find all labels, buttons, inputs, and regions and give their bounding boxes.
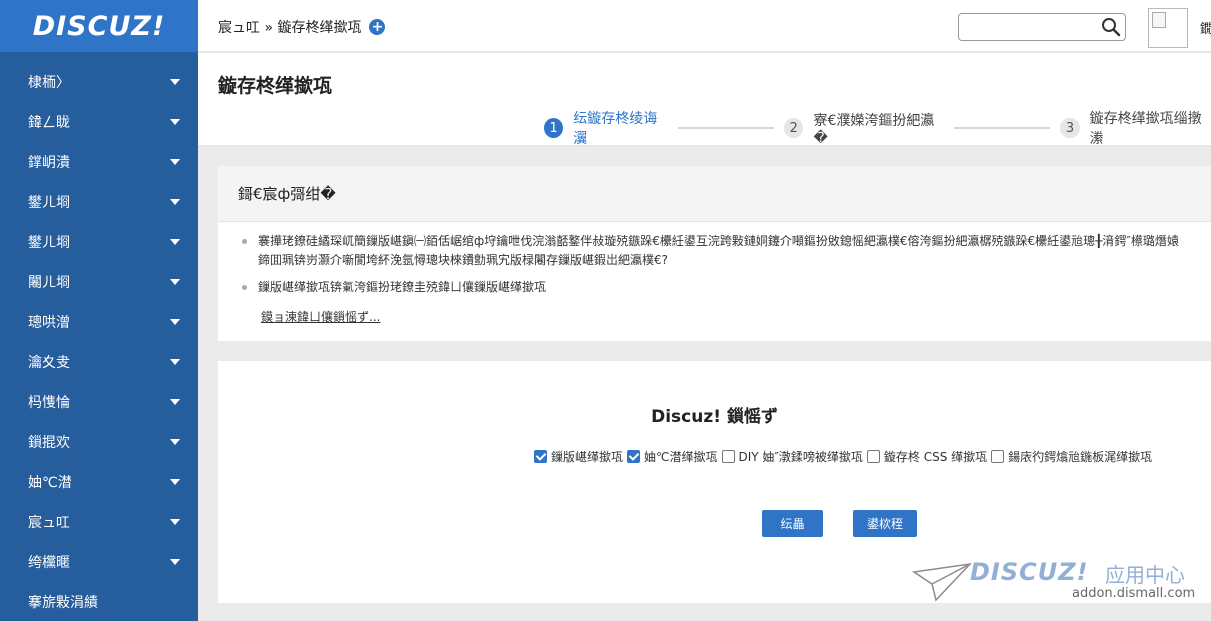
- step-connector: [953, 127, 1051, 129]
- checkbox[interactable]: [627, 450, 641, 463]
- checkbox-label: 鏁版嵁缂撳瓨: [551, 450, 624, 464]
- sidebar-item[interactable]: 宸ュ叿: [0, 502, 198, 542]
- cache-option[interactable]: 鏁版嵁缂撳瓨: [534, 448, 623, 465]
- sidebar-item[interactable]: 瀹夊叏: [0, 342, 198, 382]
- sidebar-item[interactable]: 绔欓暱: [0, 542, 198, 582]
- cancel-button[interactable]: 鍙栨秷: [853, 510, 917, 537]
- watermark-brand: DISCUZ!: [970, 558, 1089, 586]
- sidebar-item[interactable]: 鎻掍欢: [0, 422, 198, 462]
- chevron-down-icon[interactable]: [170, 279, 180, 285]
- chevron-down-icon[interactable]: [170, 519, 180, 525]
- step-label: 纭鏇存柊绫诲瀷: [573, 111, 658, 147]
- sidebar-item[interactable]: 搴旂敤涓績: [0, 582, 198, 621]
- watermark-cn: 应用中心: [1105, 563, 1185, 587]
- chevron-down-icon[interactable]: [170, 79, 180, 85]
- tip-item: 鏁版嵁缂撳瓨锛氭洿鏂扮珯鐐圭殑鍏ㄩ儴鏁版嵁缂撳瓨: [242, 278, 1187, 297]
- sidebar-item[interactable]: 杩愯惀: [0, 382, 198, 422]
- sidebar-item-label: 棣栭〉: [28, 75, 70, 91]
- user-name[interactable]: 鐗: [1200, 18, 1211, 37]
- avatar[interactable]: [1148, 8, 1188, 48]
- sidebar-item-label: 闂ㄦ埛: [28, 275, 70, 291]
- sidebar-item-label: 鐢ㄦ埛: [28, 195, 70, 211]
- step-1: 1 纭鏇存柊绫诲瀷: [544, 108, 668, 148]
- sidebar-item-label: 绔欓暱: [28, 555, 70, 571]
- checkbox-label: 鏇存柊 CSS 缂撳瓨: [883, 450, 988, 464]
- sidebar: DISCUZ! 棣栭〉 鍏ㄥ眬 鐣岄潰 鐢ㄦ埛 鐢ㄦ埛 闂ㄦ埛 璁哄潧 瀹夊叏 杩愯惀 鎻掍欢 妯℃…: [0, 0, 198, 621]
- view-all-tips-link[interactable]: 鏌ョ湅鍏ㄩ儴鎻愮ず...: [261, 308, 380, 325]
- chevron-down-icon[interactable]: [170, 119, 180, 125]
- sidebar-item[interactable]: 鐢ㄦ埛: [0, 222, 198, 262]
- broken-image-icon: [1152, 12, 1166, 28]
- checkbox[interactable]: [991, 450, 1005, 463]
- step-2: 2 寮€濮嬫洿鏂扮紦瀛�: [784, 110, 944, 146]
- sidebar-item[interactable]: 妯℃澘: [0, 462, 198, 502]
- paper-plane-icon: [912, 562, 972, 602]
- title-bar: 鏇存柊缂撳瓨 1 纭鏇存柊绫诲瀷 2 寮€濮嬫洿鏂扮紦瀛� 3 鏇存柊缂撳瓨缁撴潫: [198, 53, 1211, 148]
- sidebar-item-label: 鎻掍欢: [28, 435, 70, 451]
- search-icon[interactable]: [1101, 17, 1121, 37]
- chevron-down-icon[interactable]: [170, 439, 180, 445]
- cache-option[interactable]: 妯℃澘缂撳瓨: [627, 448, 718, 465]
- cache-option[interactable]: 鏇存柊 CSS 缂撳瓨: [866, 448, 988, 465]
- watermark: DISCUZ! 应用中心 addon.dismall.com: [912, 558, 1202, 608]
- checkbox-label: 妯℃澘缂撳瓨: [644, 450, 718, 464]
- step-label: 寮€濮嬫洿鏂扮紦瀛�: [813, 113, 935, 146]
- sidebar-item[interactable]: 璁哄潧: [0, 302, 198, 342]
- chevron-down-icon[interactable]: [170, 479, 180, 485]
- discuz-logo: DISCUZ!: [32, 10, 166, 42]
- sidebar-item-label: 搴旂敤涓績: [28, 595, 98, 611]
- step-number: 2: [784, 118, 804, 138]
- chevron-down-icon[interactable]: [170, 239, 180, 245]
- chevron-down-icon[interactable]: [170, 319, 180, 325]
- step-indicator: 1 纭鏇存柊绫诲瀷 2 寮€濮嬫洿鏂扮紦瀛� 3 鏇存柊缂撳瓨缁撴潫: [544, 108, 1211, 148]
- sidebar-item-label: 瀹夊叏: [28, 355, 70, 371]
- tips-list: 褰撶珯鐐硅繘琛屼簡鏁版嵁鎭㈠銆佸崌绾ф垨鑰呭伐浣滃嚭鐜伴敊璇殑鏃跺€欙紝鍙互浣跨…: [218, 222, 1211, 297]
- checkbox-label: DIY 妯″潡鍒嗙被缂撳瓨: [738, 450, 863, 464]
- sidebar-item[interactable]: 鐣岄潰: [0, 142, 198, 182]
- top-header: 宸ュ叿 » 鏇存柊缂撳瓨 + 鐗: [198, 0, 1211, 52]
- step-label: 鏇存柊缂撳瓨缁撴潫: [1089, 111, 1202, 147]
- sidebar-nav: 棣栭〉 鍏ㄥ眬 鐣岄潰 鐢ㄦ埛 鐢ㄦ埛 闂ㄦ埛 璁哄潧 瀹夊叏 杩愯惀 鎻掍欢 妯℃澘 宸ュ叿 绔欓暱搴…: [0, 52, 198, 621]
- sidebar-item[interactable]: 闂ㄦ埛: [0, 262, 198, 302]
- search-input[interactable]: [965, 15, 1095, 39]
- watermark-url: addon.dismall.com: [1072, 586, 1196, 601]
- tips-panel: 鎶€宸ф彁绀� 褰撶珯鐐硅繘琛屼簡鏁版嵁鎭㈠銆佸崌绾ф垨鑰呭伐浣滃嚭鐜伴敊璇殑鏃…: [218, 166, 1211, 341]
- sidebar-item-label: 璁哄潧: [28, 315, 70, 331]
- sidebar-item-label: 鐢ㄦ埛: [28, 235, 70, 251]
- tips-panel-title: 鎶€宸ф彁绀�: [218, 166, 1211, 222]
- cache-option[interactable]: 鍚庡彴鍔熻兘鍦板浘缂撳瓨: [991, 448, 1152, 465]
- chevron-down-icon[interactable]: [170, 559, 180, 565]
- sidebar-item-label: 妯℃澘: [28, 475, 72, 491]
- chevron-down-icon[interactable]: [170, 359, 180, 365]
- search-box: [958, 13, 1126, 41]
- checkbox-label: 鍚庡彴鍔熻兘鍦板浘缂撳瓨: [1008, 450, 1153, 464]
- options-title: Discuz! 鎻愮ず: [651, 407, 778, 427]
- confirm-button[interactable]: 纭畾: [762, 510, 823, 537]
- sidebar-item-label: 宸ュ叿: [28, 515, 70, 531]
- sidebar-item[interactable]: 棣栭〉: [0, 62, 198, 102]
- checkbox[interactable]: [534, 450, 547, 463]
- page-title: 鏇存柊缂撳瓨: [218, 75, 333, 97]
- cache-options: 鏁版嵁缂撳瓨 妯℃澘缂撳瓨 DIY 妯″潡鍒嗙被缂撳瓨 鏇存柊 CSS 缂撳瓨 鍚庡彴鍔…: [534, 448, 1156, 465]
- step-3: 3 鏇存柊缂撳瓨缁撴潫: [1060, 108, 1211, 148]
- breadcrumb: 宸ュ叿 » 鏇存柊缂撳瓨 +: [218, 17, 386, 37]
- chevron-down-icon[interactable]: [170, 159, 180, 165]
- cache-option[interactable]: DIY 妯″潡鍒嗙被缂撳瓨: [721, 448, 863, 465]
- tip-item: 褰撶珯鐐硅繘琛屼簡鏁版嵁鎭㈠銆佸崌绾ф垨鑰呭伐浣滃嚭鐜伴敊璇殑鏃跺€欙紝鍙互浣跨…: [242, 232, 1187, 270]
- chevron-down-icon[interactable]: [170, 199, 180, 205]
- sidebar-item-label: 鐣岄潰: [28, 155, 70, 171]
- step-number: 3: [1060, 118, 1080, 138]
- checkbox[interactable]: [866, 450, 880, 463]
- add-shortcut-icon[interactable]: +: [369, 19, 386, 35]
- sidebar-item-label: 杩愯惀: [28, 395, 70, 411]
- sidebar-item[interactable]: 鍏ㄥ眬: [0, 102, 198, 142]
- checkbox[interactable]: [721, 450, 735, 463]
- step-connector: [677, 127, 775, 129]
- step-number: 1: [544, 118, 564, 138]
- sidebar-item[interactable]: 鐢ㄦ埛: [0, 182, 198, 222]
- breadcrumb-text[interactable]: 宸ュ叿 » 鏇存柊缂撳瓨: [218, 17, 361, 37]
- sidebar-item-label: 鍏ㄥ眬: [28, 115, 70, 131]
- chevron-down-icon[interactable]: [170, 399, 180, 405]
- logo-area[interactable]: DISCUZ!: [0, 0, 198, 52]
